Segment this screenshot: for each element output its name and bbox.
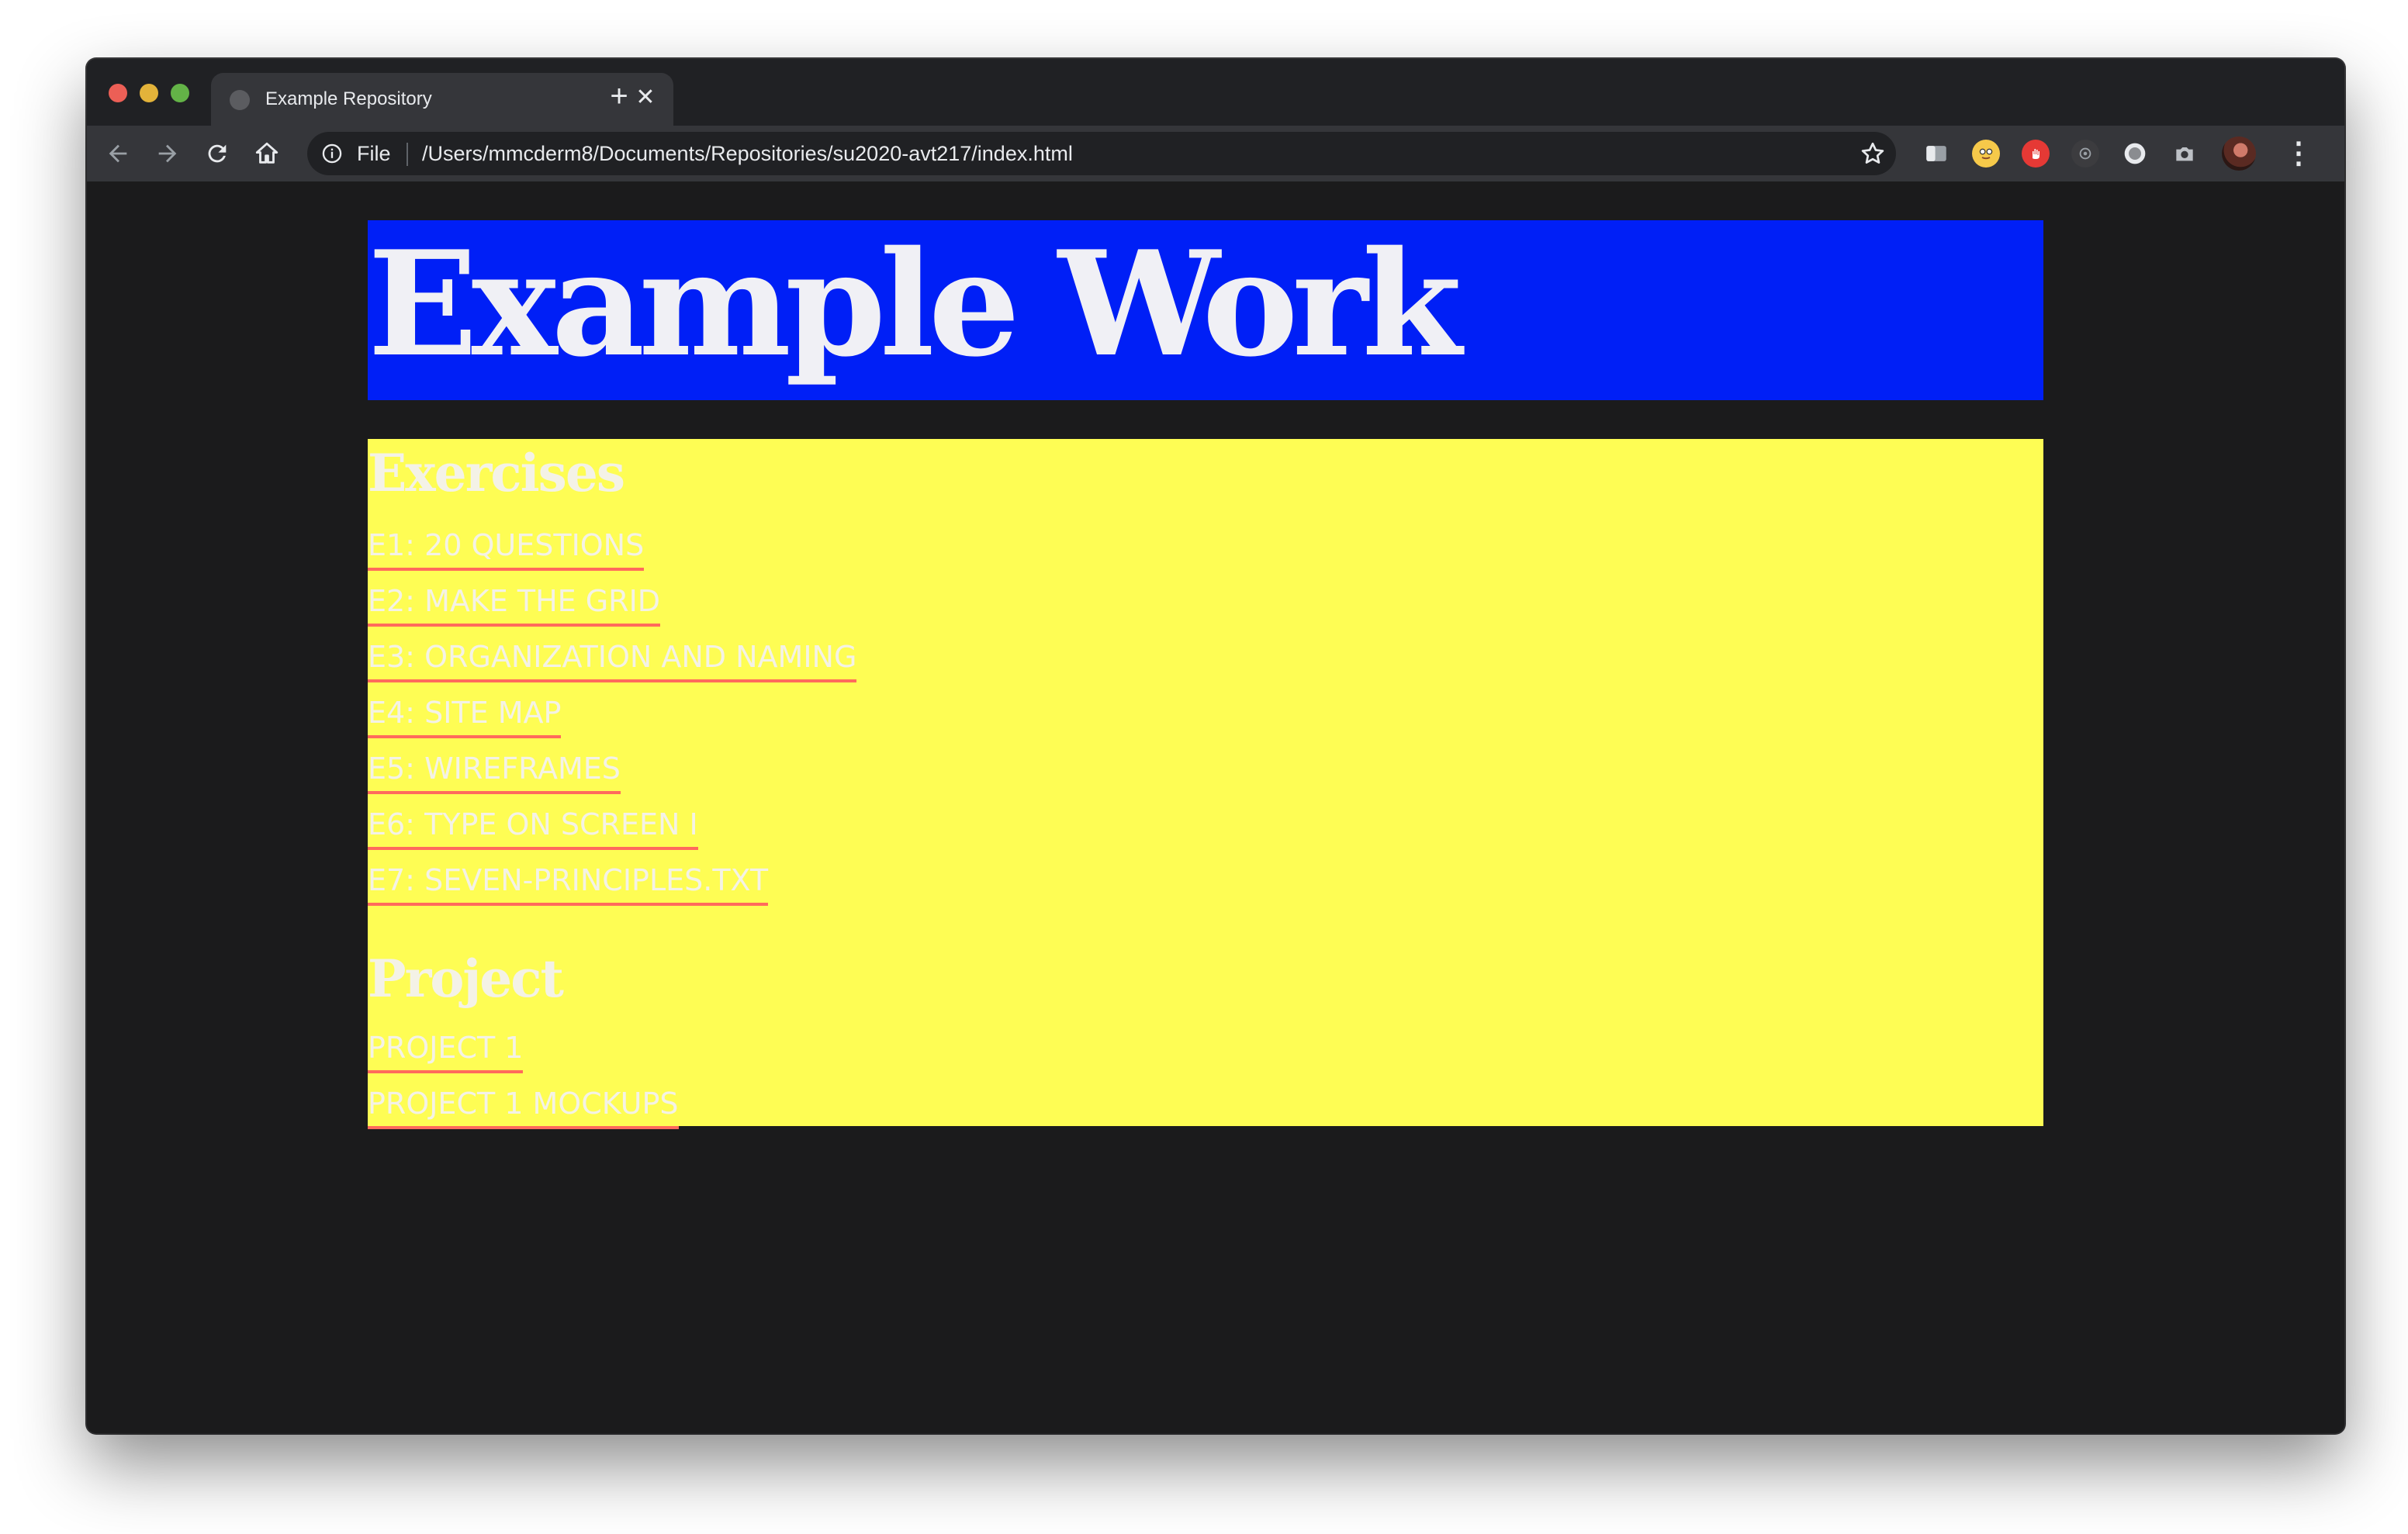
browser-menu-icon[interactable]: ⋮ bbox=[2284, 136, 2313, 171]
page-viewport: Example Work Exercises E1: 20 QUESTIONS … bbox=[87, 181, 2344, 1433]
back-button[interactable] bbox=[98, 133, 138, 174]
exercise-link-e6[interactable]: E6: TYPE ON SCREEN I bbox=[368, 807, 698, 850]
arrow-left-icon bbox=[109, 144, 127, 163]
bookmark-star-icon[interactable] bbox=[1859, 140, 1887, 168]
arrow-right-icon bbox=[158, 144, 177, 163]
project-link-1[interactable]: PROJECT 1 bbox=[368, 1030, 524, 1073]
page-header: Example Work bbox=[368, 220, 2043, 400]
exercises-heading: Exercises bbox=[368, 443, 625, 503]
reload-button[interactable] bbox=[197, 133, 237, 174]
exercise-link-e2[interactable]: E2: MAKE THE GRID bbox=[368, 583, 661, 627]
emoji-face-icon[interactable] bbox=[1972, 140, 2000, 168]
home-icon bbox=[255, 142, 279, 164]
exercise-link-e3[interactable]: E3: ORGANIZATION AND NAMING bbox=[368, 639, 857, 682]
project-heading: Project bbox=[368, 948, 564, 1009]
address-bar[interactable]: File /Users/mmcderm8/Documents/Repositor… bbox=[307, 132, 1896, 175]
info-icon[interactable] bbox=[321, 143, 343, 164]
globe-icon bbox=[230, 90, 250, 110]
content-section: Exercises E1: 20 QUESTIONS E2: MAKE THE … bbox=[368, 439, 2043, 1129]
extension-puzzle-icon[interactable] bbox=[1922, 140, 1950, 168]
tab-strip: Example Repository ✕ + bbox=[87, 59, 2344, 126]
url-text[interactable]: /Users/mmcderm8/Documents/Repositories/s… bbox=[422, 142, 1073, 166]
new-tab-button[interactable]: + bbox=[600, 78, 638, 115]
project-link-1-mockups[interactable]: PROJECT 1 MOCKUPS bbox=[368, 1086, 679, 1129]
maximize-window-button[interactable] bbox=[171, 84, 189, 102]
stop-hand-icon[interactable] bbox=[2022, 140, 2050, 168]
browser-toolbar: File /Users/mmcderm8/Documents/Repositor… bbox=[87, 126, 2344, 181]
tab-title: Example Repository bbox=[265, 88, 432, 109]
url-scheme-label: File bbox=[357, 142, 391, 165]
minimize-window-button[interactable] bbox=[140, 84, 158, 102]
page-title: Example Work bbox=[368, 219, 1462, 389]
browser-window: Example Repository ✕ + File /Users/mmcde… bbox=[87, 59, 2344, 1433]
exercise-link-e7[interactable]: E7: SEVEN-PRINCIPLES.TXT bbox=[368, 862, 769, 906]
record-icon[interactable] bbox=[2121, 140, 2149, 168]
camera-icon[interactable] bbox=[2171, 140, 2199, 168]
reload-icon bbox=[208, 144, 227, 163]
exercise-link-e1[interactable]: E1: 20 QUESTIONS bbox=[368, 527, 645, 571]
exercise-link-e5[interactable]: E5: WIREFRAMES bbox=[368, 751, 621, 794]
exercise-link-e4[interactable]: E4: SITE MAP bbox=[368, 695, 562, 738]
home-button[interactable] bbox=[247, 133, 287, 174]
close-window-button[interactable] bbox=[109, 84, 127, 102]
profile-avatar[interactable] bbox=[2222, 136, 2256, 171]
url-divider bbox=[407, 143, 408, 166]
circle-extension-icon[interactable] bbox=[2071, 140, 2099, 168]
forward-button[interactable] bbox=[147, 133, 188, 174]
